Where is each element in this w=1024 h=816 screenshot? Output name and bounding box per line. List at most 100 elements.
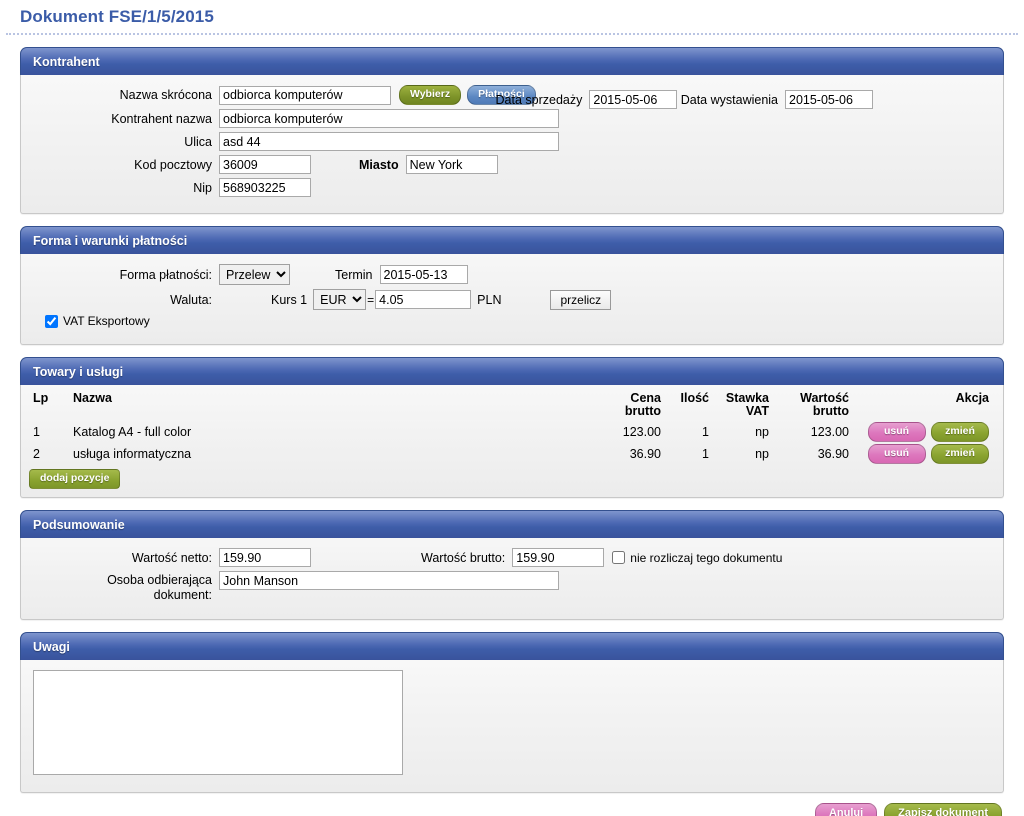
postcode-input[interactable]: [219, 155, 311, 174]
row-value: 36.90: [817, 446, 849, 461]
col-lp: Lp: [33, 391, 49, 405]
export-vat-label: VAT Eksportowy: [63, 314, 150, 328]
term-input[interactable]: [379, 265, 468, 284]
rate-unit-label: PLN: [477, 292, 502, 307]
rate-input[interactable]: [375, 290, 472, 309]
row-name: usługa informatyczna: [73, 446, 192, 461]
street-row: Ulica: [33, 132, 991, 151]
delete-row-button[interactable]: usuń: [867, 444, 926, 464]
footer-actions: Anuluj Zapisz dokument: [0, 803, 1002, 816]
recalculate-button[interactable]: przelicz: [550, 289, 612, 310]
goods-panel: Towary i usługi Lp Nazwa Cena brutto Ilo…: [20, 357, 1004, 498]
currency-select[interactable]: EUR: [313, 289, 367, 310]
row-lp: 1: [33, 424, 40, 439]
row-price: 36.90: [629, 446, 661, 461]
notes-panel-header: Uwagi: [20, 632, 1004, 660]
goods-table: Lp Nazwa Cena brutto Ilość Stawka VAT Wa…: [29, 391, 993, 465]
issue-date-label: Data wystawienia: [680, 92, 778, 107]
net-value-input[interactable]: [219, 548, 311, 567]
payment-panel-body: Forma płatności: Przelew Termin Waluta: …: [21, 254, 1003, 344]
payment-form-label: Forma płatności:: [119, 267, 212, 282]
notes-panel-body: [21, 660, 1003, 792]
full-name-input[interactable]: [219, 109, 559, 128]
goods-table-head: Lp Nazwa Cena brutto Ilość Stawka VAT Wa…: [29, 391, 993, 421]
gross-value-label: Wartość brutto:: [421, 550, 506, 565]
values-row: Wartość netto: Wartość brutto: nie rozli…: [33, 548, 991, 567]
row-price: 123.00: [622, 424, 661, 439]
summary-panel: Podsumowanie Wartość netto: Wartość brut…: [20, 510, 1004, 620]
export-vat-checkbox[interactable]: [45, 314, 58, 328]
row-value: 123.00: [810, 424, 849, 439]
row-qty: 1: [702, 424, 709, 439]
edit-row-button[interactable]: zmień: [931, 422, 989, 442]
term-label: Termin: [335, 267, 373, 282]
city-label: Miasto: [359, 157, 399, 172]
payment-panel-header: Forma i warunki płatności: [20, 226, 1004, 254]
receiver-row: Osoba odbierająca dokument:: [33, 571, 991, 603]
postcode-city-row: Kod pocztowy Miasto: [33, 155, 991, 174]
col-value: Wartość brutto: [773, 391, 853, 421]
notes-panel: Uwagi: [20, 632, 1004, 793]
delete-row-button[interactable]: usuń: [867, 422, 926, 442]
row-qty: 1: [702, 446, 709, 461]
col-action: Akcja: [955, 391, 989, 405]
export-vat-row: VAT Eksportowy: [45, 314, 991, 328]
short-name-input[interactable]: [219, 85, 391, 105]
currency-row: Waluta: Kurs 1 EUR = PLN przelicz: [33, 289, 991, 310]
add-position-button[interactable]: dodaj pozycje: [29, 469, 121, 489]
sale-date-label: Data sprzedaży: [495, 92, 583, 107]
summary-panel-header: Podsumowanie: [20, 510, 1004, 538]
page-title: Dokument FSE/1/5/2015: [6, 0, 1018, 35]
table-row: 1 Katalog A4 - full color 123.00 1 np 12…: [29, 421, 993, 443]
payment-form-row: Forma płatności: Przelew Termin: [33, 264, 991, 285]
sale-date-group: Data sprzedaży Data wystawienia: [496, 85, 873, 109]
save-document-button[interactable]: Zapisz dokument: [884, 803, 1002, 816]
nip-row: Nip: [33, 178, 991, 197]
receiver-label-line1: Osoba odbierająca: [107, 573, 212, 587]
no-settle-label: nie rozliczaj tego dokumentu: [630, 550, 783, 565]
row-actions: usuń zmień: [853, 443, 993, 465]
contractor-panel-body: Nazwa skrócona Wybierz Płatności Data sp…: [21, 75, 1003, 213]
currency-label: Waluta:: [170, 292, 212, 307]
full-name-row: Kontrahent nazwa: [33, 109, 991, 128]
receiver-label: Osoba odbierająca dokument:: [33, 571, 219, 603]
nip-label: Nip: [193, 180, 212, 195]
col-price: Cena brutto: [591, 391, 665, 421]
goods-panel-body: Lp Nazwa Cena brutto Ilość Stawka VAT Wa…: [21, 385, 1003, 497]
row-vat: np: [755, 446, 769, 461]
no-settle-checkbox[interactable]: [612, 551, 626, 564]
select-contractor-button[interactable]: Wybierz: [399, 85, 462, 105]
goods-panel-header: Towary i usługi: [20, 357, 1004, 385]
document-page: Dokument FSE/1/5/2015 Kontrahent Nazwa s…: [0, 0, 1024, 816]
nip-input[interactable]: [219, 178, 311, 197]
net-value-label: Wartość netto:: [131, 550, 212, 565]
sale-date-input[interactable]: [589, 90, 678, 109]
gross-value-input[interactable]: [512, 548, 605, 567]
notes-textarea[interactable]: [33, 670, 403, 775]
cancel-button[interactable]: Anuluj: [814, 803, 878, 816]
rate-label: Kurs 1: [271, 292, 308, 307]
street-input[interactable]: [219, 132, 559, 151]
short-name-label: Nazwa skrócona: [119, 88, 212, 102]
row-actions: usuń zmień: [853, 421, 993, 443]
sale-date-row: Data sprzedaży: [496, 90, 678, 109]
issue-date-input[interactable]: [785, 90, 873, 109]
goods-header-row: Lp Nazwa Cena brutto Ilość Stawka VAT Wa…: [29, 391, 993, 421]
issue-date-row: Data wystawienia: [681, 90, 873, 109]
goods-table-body: 1 Katalog A4 - full color 123.00 1 np 12…: [29, 421, 993, 465]
edit-row-button[interactable]: zmień: [931, 444, 989, 464]
contractor-panel: Kontrahent Nazwa skrócona Wybierz Płatno…: [20, 47, 1004, 214]
col-price-line2: brutto: [624, 404, 661, 418]
receiver-input[interactable]: [219, 571, 559, 590]
row-name: Katalog A4 - full color: [73, 424, 192, 439]
full-name-label: Kontrahent nazwa: [111, 111, 212, 126]
payment-panel: Forma i warunki płatności Forma płatnośc…: [20, 226, 1004, 345]
col-vat: Stawka VAT: [713, 391, 773, 421]
row-vat: np: [755, 424, 769, 439]
contractor-panel-header: Kontrahent: [20, 47, 1004, 75]
receiver-label-line2: dokument:: [153, 588, 212, 602]
city-input[interactable]: [405, 155, 498, 174]
col-vat-line2: VAT: [745, 404, 769, 418]
row-lp: 2: [33, 446, 40, 461]
payment-form-select[interactable]: Przelew: [219, 264, 290, 285]
